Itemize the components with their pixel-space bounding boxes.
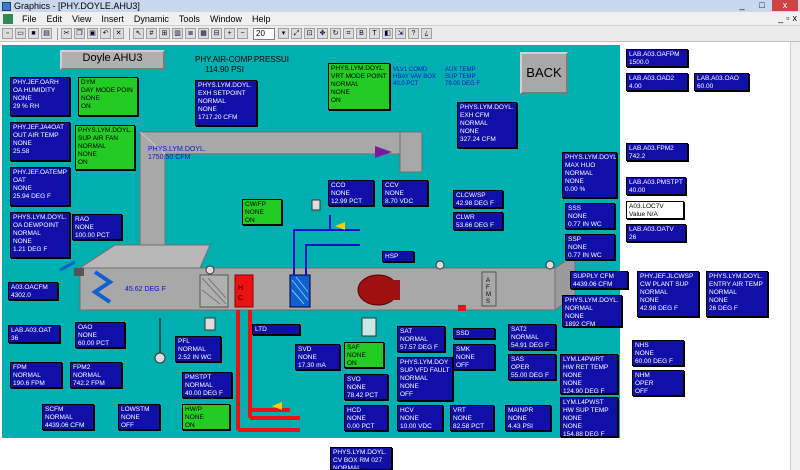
exhaust-duct-end <box>399 131 423 173</box>
point-box-pfl[interactable]: PFL NORMAL 2.52 IN WC <box>175 336 221 362</box>
damper-actuator-icon <box>74 268 84 276</box>
air-comp-pressure-value: 114.90 PSI <box>205 65 244 74</box>
svg-text:F: F <box>486 285 490 291</box>
point-box-cco[interactable]: CCO NONE 12.99 PCT <box>328 180 374 206</box>
point-box-sss[interactable]: SSS NONE 0.77 IN WC <box>565 203 615 229</box>
point-box-vrt-mode-point[interactable]: PHYS.LYM.DOYL. VRT MODE POINT NORMAL NON… <box>328 63 390 110</box>
aux-temp-label: AUX TEMP SUP TEMP 79.00 DEG F <box>445 67 481 87</box>
point-box-clwr[interactable]: CLWR 53.66 DEG F <box>453 212 503 230</box>
svg-text:A: A <box>486 278 490 284</box>
duct-cfm-label: PHYS.LYM.DOYL. 1750.50 CFM <box>148 146 206 161</box>
point-box-cw-fp[interactable]: CW/FP NONE ON <box>242 199 282 225</box>
point-box-svo[interactable]: SVO NONE 78.42 PCT <box>344 374 388 400</box>
svg-text:M: M <box>486 292 491 298</box>
point-box-oa-humidity[interactable]: PHY.JEF.OARH OA HUMIDITY NONE 29 % RH <box>10 77 70 116</box>
point-box-oa-dewpoint[interactable]: PHYS.LYM.DOYL. OA DEWPOINT NORMAL NONE 1… <box>10 212 70 258</box>
point-box-fpm[interactable]: FPM NORMAL 190.6 FPM <box>10 362 62 388</box>
smoke-detector-icon <box>458 305 466 311</box>
point-box-cw-plant-sup[interactable]: PHY.JEF.JLCWSP CW PLANT SUP NORMAL NONE … <box>637 271 699 317</box>
back-button[interactable]: BACK <box>520 52 568 94</box>
point-box-supply-cfm[interactable]: SUPPLY CFM 4439.06 CFM <box>570 271 628 289</box>
point-box-smk[interactable]: SMK NONE OFF <box>453 344 495 370</box>
sensor-icon <box>435 260 445 270</box>
point-box-entry-air-temp[interactable]: PHYS.LYM.DOYL. ENTRY AIR TEMP NORMAL NON… <box>706 271 768 317</box>
air-comp-pressure-label: PHY.AIR-COMP.PRESSUI <box>195 55 289 64</box>
sensor-icon <box>545 260 555 270</box>
point-box-max-hvo[interactable]: PHYS.LYM.DOYL. MAX HUO NORMAL NONE 0.00 … <box>562 152 617 198</box>
point-box-hw-ret-temp[interactable]: LYM.L4PWRT HW RET TEMP NONE NONE 124.90 … <box>560 354 618 394</box>
point-box-scfm[interactable]: SCFM NORMAL 4439.06 CFM <box>42 404 94 430</box>
point-box-exh-setpoint[interactable]: PHYS.LYM.DOYL. EXH SETPOINT NORMAL NONE … <box>195 80 257 126</box>
vlv-comd-label: VLV1 COMD HBAY VAV BOX 40.0 PCT <box>393 67 436 87</box>
point-box-ccv[interactable]: CCV NONE 8.70 VDC <box>382 180 428 206</box>
point-box-lab-a03-oad2[interactable]: LAB.A03.OAD2 4.00 <box>626 73 688 91</box>
point-box-lab-a03-oat[interactable]: LAB.A03.OAT 36 <box>8 325 60 343</box>
svg-text:H: H <box>238 285 243 292</box>
point-box-clcw-sp[interactable]: CLCW/SP 42.98 DEG F <box>453 190 503 208</box>
cw-valve-icon <box>335 222 345 230</box>
point-box-svd[interactable]: SVD NONE 17.30 mA <box>295 344 340 370</box>
point-box-a03-oacfm[interactable]: A03.OACFM 4302.0 <box>8 282 58 300</box>
point-box-hcd[interactable]: HCD NONE 0.00 PCT <box>344 405 388 431</box>
point-box-day-mode-point[interactable]: DYM DAY MODE POIN NONE ON <box>78 77 138 116</box>
duct-top-perspective <box>78 244 211 269</box>
point-box-doyl-1892-cfm[interactable]: PHYS.LYM.DOYL. NORMAL NONE 1892 CFM <box>562 295 622 327</box>
point-box-pmstpt[interactable]: PMSTPT NORMAL 40.00 DEG F <box>182 372 232 398</box>
point-box-sat[interactable]: SAT NORMAL 57.57 DEG F <box>397 326 445 352</box>
point-box-vrt[interactable]: VRT NONE 82.58 PCT <box>450 405 494 431</box>
point-box-lab-a03-oatv[interactable]: LAB.A03.OATV 26 <box>626 224 686 242</box>
point-box-cv-box-rm027[interactable]: PHYS.LYM.DOYL. CV BOX RM 027 NORMAL <box>330 447 392 470</box>
point-box-sup-vfd-fault[interactable]: PHYS.LYM.DOY SUP VFD FAULT NORMAL NONE O… <box>397 357 453 401</box>
point-box-rao[interactable]: RAO NONE 100.00 PCT <box>72 214 122 240</box>
point-box-nhm[interactable]: NHM OPER OFF <box>632 370 684 396</box>
ahu-title-button[interactable]: Doyle AHU3 <box>60 50 165 70</box>
sensor-icon <box>205 265 215 275</box>
point-box-exh-cfm[interactable]: PHYS.LYM.DOYL. EXH CFM NORMAL NONE 327.2… <box>457 102 517 148</box>
point-box-lab-a03-fpm2[interactable]: LAB.A03.FPM2 742.2 <box>626 143 688 161</box>
point-box-hsp[interactable]: HSP <box>382 251 414 262</box>
point-box-a03-loc7v[interactable]: A03.LOC7V Value N/A <box>626 201 684 219</box>
duct-temp-label: 45.62 DEG F <box>125 286 166 293</box>
point-box-mainpr[interactable]: MAINPR NONE 4.43 PSI <box>505 405 551 431</box>
point-box-nhs[interactable]: NHS NONE 60.00 DEG F <box>632 340 684 366</box>
point-box-ssp[interactable]: SSP NONE 0.77 IN WC <box>565 234 615 260</box>
filter-sensor-icon <box>204 317 216 331</box>
point-box-ssd[interactable]: SSD <box>453 328 495 339</box>
point-box-hw-sup-temp[interactable]: LYM.L4PWST HW SUP TEMP NONE NONE 154.88 … <box>560 397 618 437</box>
cw-sensor-icon <box>311 199 321 211</box>
point-box-hcv[interactable]: HCV NONE 10.00 VDC <box>397 405 443 431</box>
point-box-lab-a03-pmstpt[interactable]: LAB.A03.PMSTPT 40.00 <box>626 177 686 195</box>
point-box-oao[interactable]: OAO NONE 60.00 PCT <box>75 322 125 348</box>
point-box-sup-air-fan[interactable]: PHYS.LYM.DOYL. SUP AIR FAN NORMAL NONE O… <box>75 125 135 170</box>
point-box-oat[interactable]: PHY.JEF.OATEMP OAT NONE 25.94 DEG F <box>10 167 70 206</box>
point-box-lowstm[interactable]: LOWSTM NONE OFF <box>118 404 160 430</box>
vfd-icon <box>361 317 377 337</box>
cw-pipe <box>293 215 360 275</box>
point-box-lab-a03-oao[interactable]: LAB.A03.OAO 60.00 <box>694 73 749 91</box>
point-box-sat2[interactable]: SAT2 NORMAL 54.91 DEG F <box>508 324 556 350</box>
svg-text:S: S <box>486 299 490 305</box>
point-box-out-air-temp[interactable]: PHY.JEF.JA4OAT OUT AIR TEMP NONE 25.58 <box>10 122 70 161</box>
point-box-lab-a03-oafpm[interactable]: LAB.A03.OAFPM 1500.0 <box>626 49 688 67</box>
pressure-sensor-icon <box>154 352 166 364</box>
point-box-sas[interactable]: SAS OPER 55.00 DEG F <box>508 354 556 380</box>
point-box-hw-p[interactable]: HW/P NONE ON <box>182 404 230 430</box>
point-box-ltd[interactable]: LTD <box>252 324 300 335</box>
point-box-fpm2[interactable]: FPM2 NORMAL 742.2 FPM <box>70 362 122 388</box>
point-box-saf[interactable]: SAF NONE ON <box>344 342 384 368</box>
svg-text:C: C <box>238 295 243 302</box>
